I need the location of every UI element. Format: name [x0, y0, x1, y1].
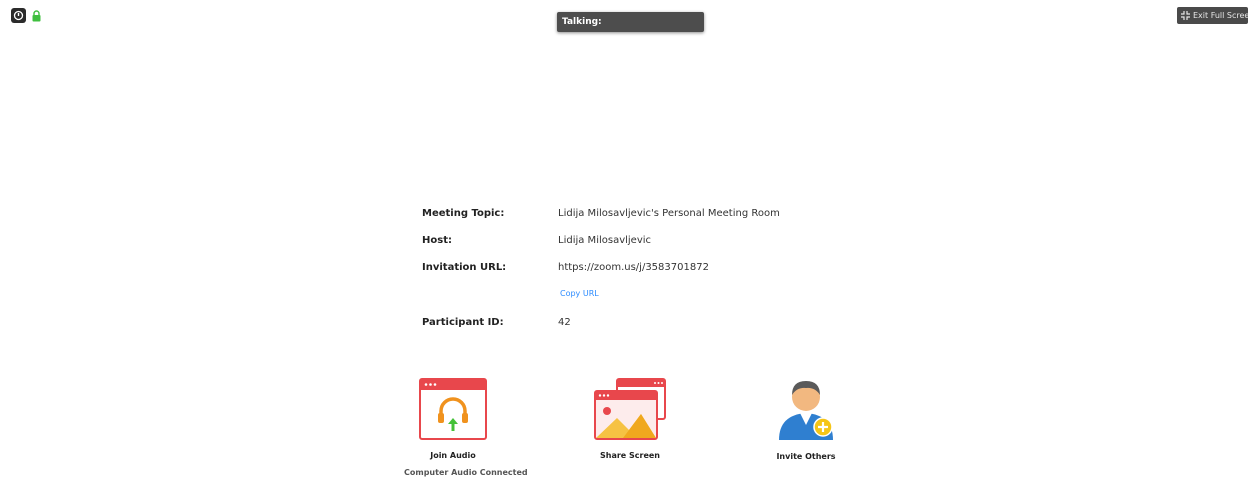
join-audio-button[interactable]: Join Audio [413, 378, 493, 460]
share-screen-icon [593, 378, 667, 445]
host-label: Host: [422, 235, 452, 246]
host-row: Host: Lidija Milosavljevic [422, 235, 651, 246]
share-screen-label: Share Screen [599, 451, 660, 460]
app-icon[interactable] [11, 8, 26, 23]
talking-label: Talking: [562, 17, 602, 27]
host-value: Lidija Milosavljevic [558, 235, 652, 246]
invite-others-button[interactable]: Invite Others [770, 375, 842, 461]
participant-id-row: Participant ID: 42 [422, 317, 571, 328]
invitation-url-label: Invitation URL: [422, 262, 507, 273]
top-left-status [11, 8, 42, 23]
invite-others-label: Invite Others [776, 452, 836, 461]
invitation-url-row: Invitation URL: https://zoom.us/j/358370… [422, 262, 709, 273]
join-audio-label: Join Audio [430, 451, 476, 460]
invite-person-icon [775, 375, 837, 446]
lock-icon[interactable] [30, 8, 42, 23]
meeting-topic-label: Meeting Topic: [422, 208, 505, 219]
exit-fullscreen-label: Exit Full Screen [1193, 11, 1248, 20]
meeting-topic-value: Lidija Milosavljevic's Personal Meeting … [558, 208, 780, 219]
participant-id-value: 42 [558, 317, 571, 328]
share-screen-button[interactable]: Share Screen [589, 378, 671, 460]
audio-status-text: Computer Audio Connected [404, 468, 528, 477]
meeting-topic-row: Meeting Topic: Lidija Milosavljevic's Pe… [422, 208, 780, 219]
talking-indicator: Talking: [557, 12, 704, 32]
exit-fullscreen-button[interactable]: Exit Full Screen [1177, 7, 1248, 24]
participant-id-label: Participant ID: [422, 317, 504, 328]
invitation-url-value[interactable]: https://zoom.us/j/3583701872 [558, 262, 709, 273]
headset-icon [419, 378, 487, 445]
copy-url-link[interactable]: Copy URL [560, 289, 599, 298]
exit-fullscreen-icon [1180, 10, 1191, 21]
